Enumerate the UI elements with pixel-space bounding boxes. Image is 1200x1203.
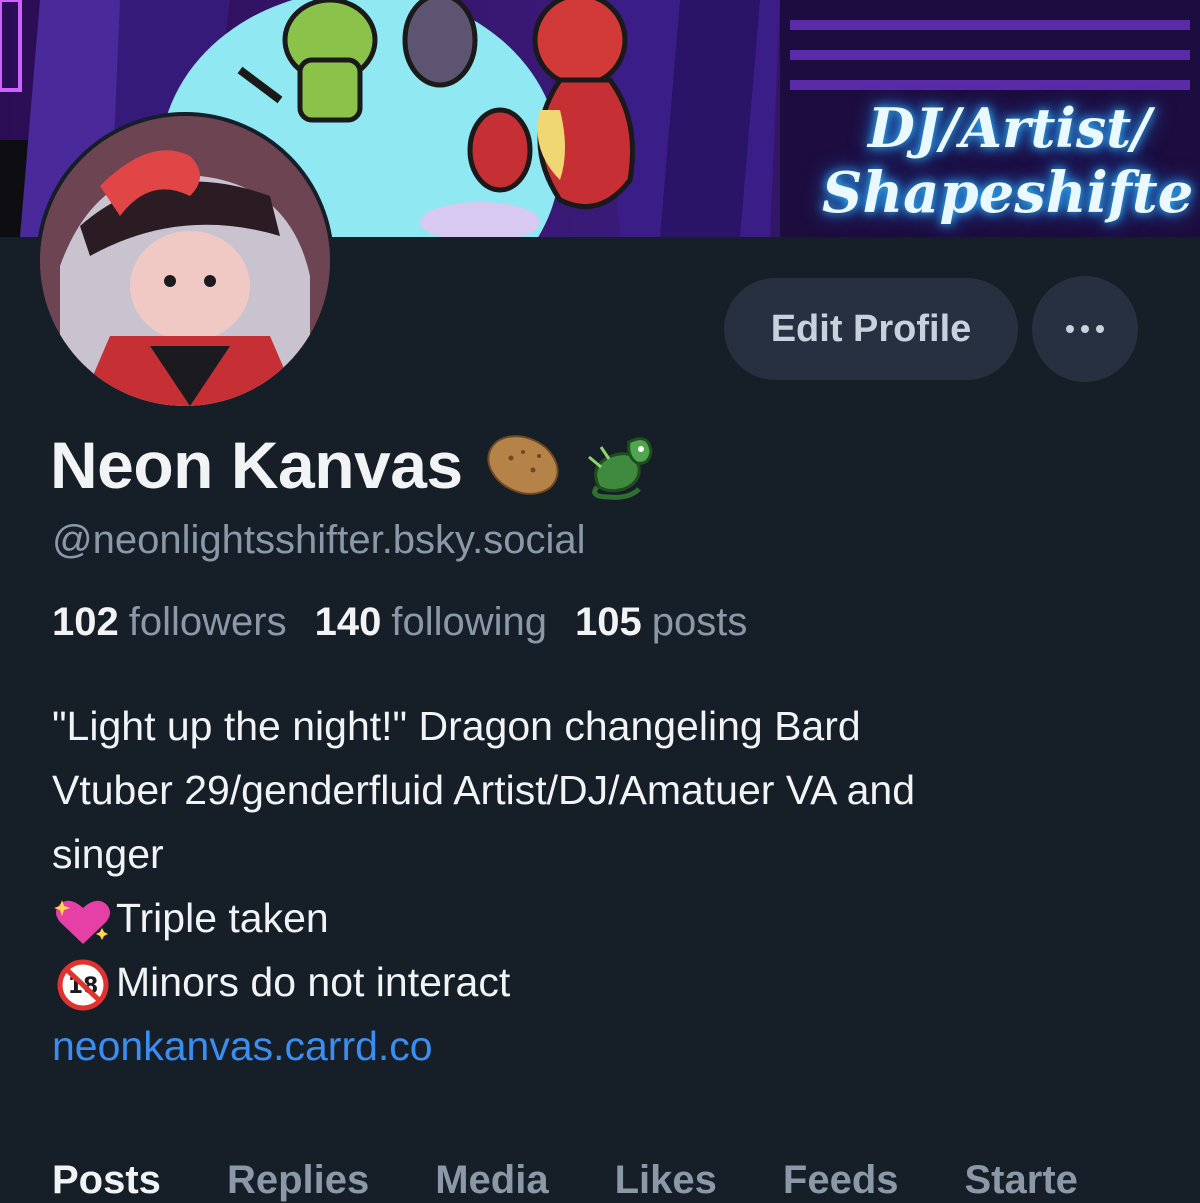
- profile-tabs: Posts Replies Media Likes Feeds Starte: [52, 1158, 1144, 1203]
- no-under-18-icon: 18: [57, 959, 109, 1011]
- bio-website-link[interactable]: neonkanvas.carrd.co: [52, 1014, 1162, 1078]
- posts-count: 105: [575, 600, 642, 644]
- tab-likes[interactable]: Likes: [615, 1158, 717, 1203]
- following-count: 140: [314, 600, 382, 644]
- potato-icon: [487, 435, 559, 495]
- bio-line-2: Vtuber 29/genderfluid Artist/DJ/Amatuer …: [52, 767, 916, 813]
- display-name-row: Neon Kanvas: [50, 420, 661, 510]
- banner-title-line2: Shapeshifte: [822, 160, 1194, 226]
- following-stat[interactable]: 140 following: [315, 600, 547, 645]
- profile-stats: 102 followers 140 following 105 posts: [52, 600, 747, 645]
- followers-count: 102: [52, 600, 119, 644]
- bio-line-5: 18Minors do not interact: [52, 950, 1162, 1014]
- edit-profile-button[interactable]: Edit Profile: [724, 278, 1018, 380]
- profile-handle: @neonlightsshifter.bsky.social: [52, 518, 586, 562]
- bio-line-1: "Light up the night!" Dragon changeling …: [52, 703, 861, 749]
- bio-line-4: Triple taken: [52, 886, 1162, 950]
- posts-stat: 105 posts: [575, 600, 747, 645]
- bio-line-5-text: Minors do not interact: [116, 959, 511, 1005]
- followers-label: followers: [128, 600, 287, 644]
- following-label: following: [391, 600, 547, 644]
- sparkling-heart-icon: [54, 900, 110, 945]
- tab-posts[interactable]: Posts: [52, 1158, 161, 1203]
- tab-starter-packs[interactable]: Starte: [965, 1158, 1078, 1203]
- ellipsis-icon: [1066, 325, 1104, 333]
- avatar-artwork: [40, 116, 330, 406]
- followers-stat[interactable]: 102 followers: [52, 600, 287, 645]
- banner-title-line1: DJ/Artist/: [868, 96, 1151, 160]
- tab-media[interactable]: Media: [435, 1158, 548, 1203]
- bio-line-3: singer: [52, 831, 164, 877]
- more-options-button[interactable]: [1032, 276, 1138, 382]
- tab-feeds[interactable]: Feeds: [783, 1158, 899, 1203]
- dragon-icon: [587, 437, 653, 500]
- display-name: Neon Kanvas: [50, 428, 463, 502]
- tab-replies[interactable]: Replies: [227, 1158, 369, 1203]
- bio-line-4-text: Triple taken: [116, 895, 329, 941]
- profile-bio: "Light up the night!" Dragon changeling …: [52, 694, 1162, 1078]
- profile-avatar[interactable]: [36, 112, 334, 410]
- posts-label: posts: [651, 600, 748, 644]
